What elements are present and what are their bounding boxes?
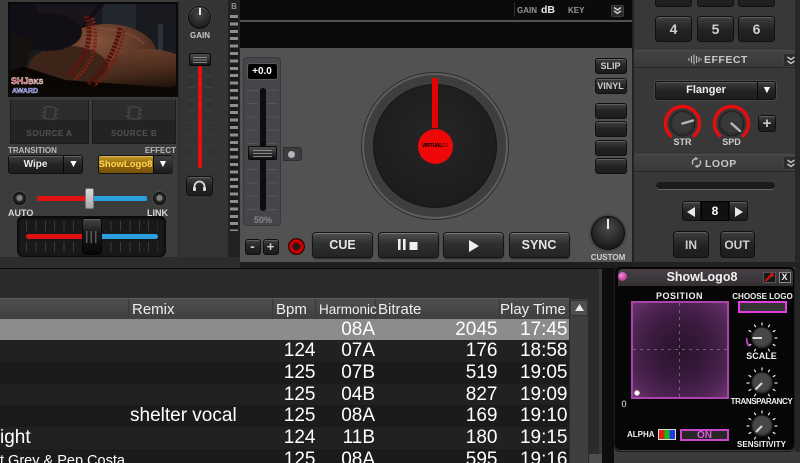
svg-text:AWARD: AWARD bbox=[12, 88, 38, 95]
